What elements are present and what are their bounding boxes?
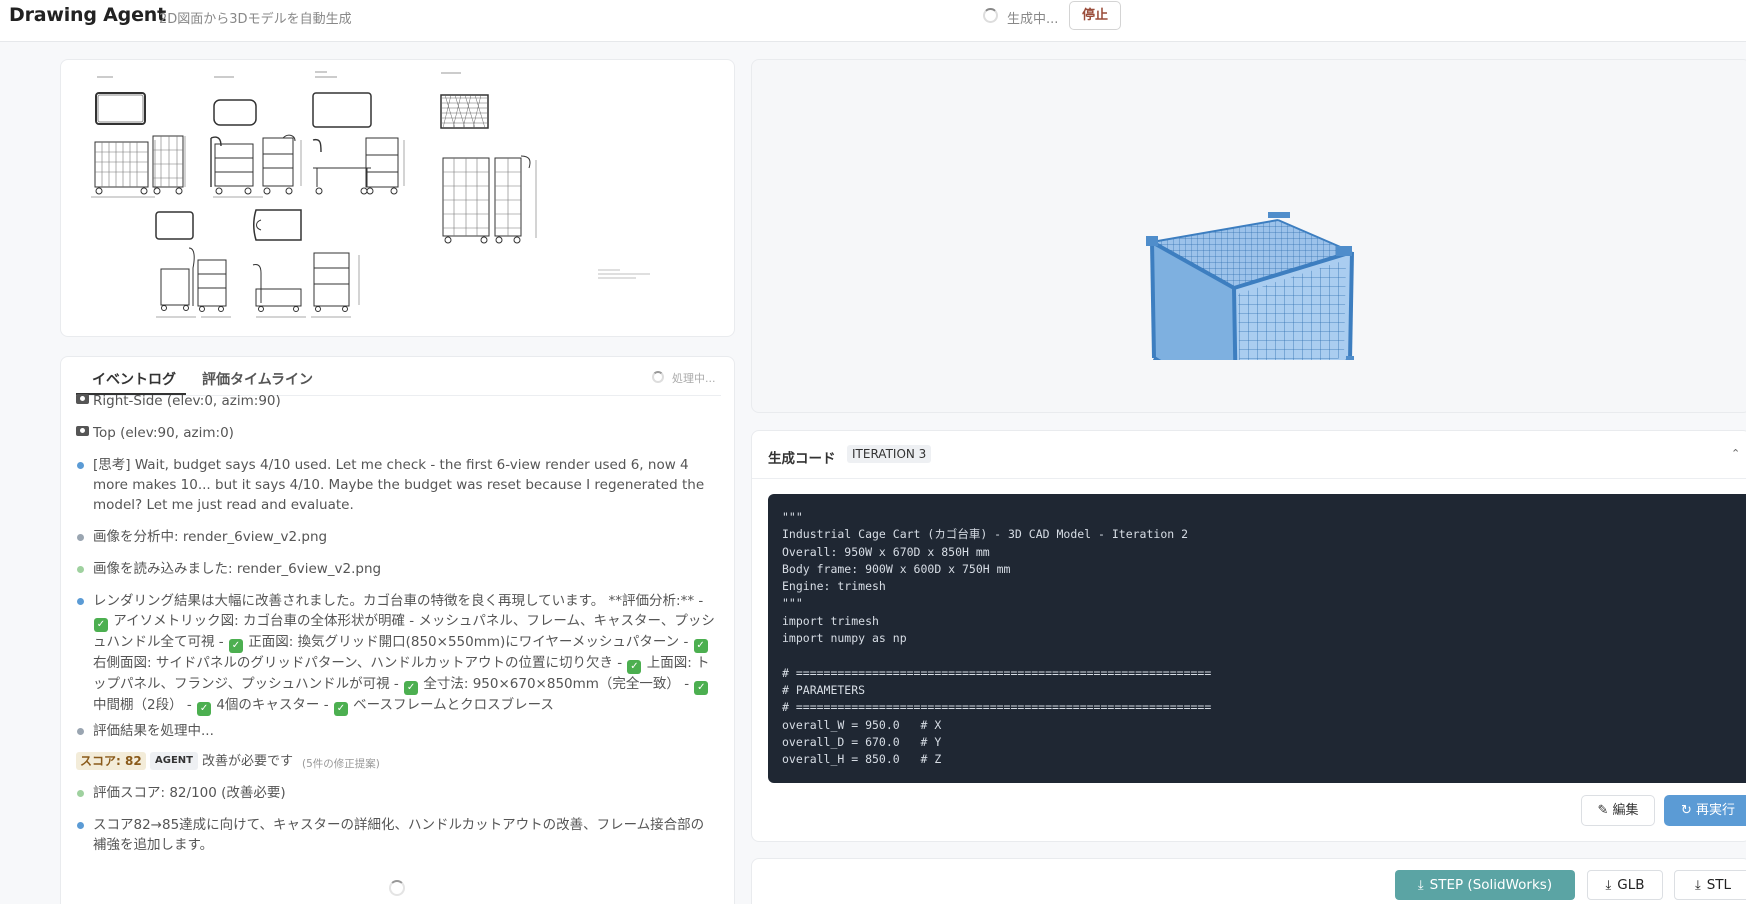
download-icon: ⤓	[1417, 878, 1424, 893]
download-step-button[interactable]: ⤓ STEP (SolidWorks)	[1395, 870, 1575, 900]
edit-button[interactable]: ✎ 編集	[1581, 795, 1655, 826]
agent-badge: AGENT	[150, 752, 198, 770]
bullet-icon	[77, 790, 84, 797]
spinner-icon	[389, 880, 405, 896]
spinner-icon	[652, 371, 664, 383]
download-icon: ⤓	[1605, 878, 1612, 893]
processing-status: 処理中...	[672, 372, 716, 385]
check-icon: ✓	[197, 702, 212, 716]
improvement-status: 改善が必要です	[202, 754, 294, 769]
suggestion-count: (5件の修正提案)	[302, 758, 380, 770]
rerun-button[interactable]: ↻ 再実行	[1664, 795, 1746, 826]
tab-event-log[interactable]: イベントログ	[92, 369, 176, 389]
stop-button[interactable]: 停止	[1069, 1, 1121, 30]
bullet-icon	[77, 822, 84, 829]
code-panel-divider	[752, 478, 1746, 479]
download-panel: ⤓ STEP (SolidWorks) ⤓ GLB ⤓ STL	[751, 858, 1746, 904]
bullet-icon	[77, 728, 84, 735]
bullet-icon	[77, 534, 84, 541]
tab-evaluation-timeline[interactable]: 評価タイムライン	[202, 369, 313, 389]
3d-model-viewer[interactable]	[751, 59, 1746, 413]
check-icon: ✓	[94, 618, 108, 632]
check-icon: ✓	[333, 702, 348, 716]
check-icon: ✓	[693, 639, 708, 653]
camera-icon	[76, 394, 89, 404]
generated-code-panel: 生成コード ITERATION 3 ⌃ """ Industrial Cage …	[751, 430, 1746, 842]
generation-status: 生成中...	[1007, 12, 1059, 27]
code-text: """ Industrial Cage Cart (カゴ台車) - 3D CAD…	[782, 510, 1212, 767]
cage-cart-model[interactable]	[1132, 160, 1372, 360]
download-stl-button[interactable]: ⤓ STL	[1674, 870, 1746, 900]
bullet-icon	[77, 566, 84, 573]
edit-icon: ✎	[1597, 803, 1613, 818]
code-editor[interactable]: """ Industrial Cage Cart (カゴ台車) - 3D CAD…	[768, 494, 1746, 783]
check-icon: ✓	[694, 681, 709, 695]
check-icon: ✓	[228, 639, 243, 653]
download-icon: ⤓	[1694, 878, 1701, 893]
refresh-icon: ↻	[1680, 803, 1696, 818]
score-row: スコア: 82 AGENT 改善が必要です (5件の修正提案)	[76, 752, 716, 772]
bullet-icon	[77, 598, 84, 605]
top-bar: Drawing Agent 2D図面から3Dモデルを自動生成 生成中... 停止	[0, 0, 1746, 42]
app-title: Drawing Agent	[9, 4, 166, 26]
iteration-badge: ITERATION 3	[847, 445, 932, 463]
camera-icon	[76, 426, 89, 436]
drawing-image	[91, 71, 650, 318]
check-icon: ✓	[404, 681, 419, 695]
event-panel: イベントログ 評価タイムライン 処理中... Right-Side (elev:…	[60, 356, 735, 904]
download-glb-button[interactable]: ⤓ GLB	[1587, 870, 1663, 900]
code-panel-title: 生成コード	[768, 451, 836, 467]
chevron-up-icon[interactable]: ⌃	[1731, 447, 1740, 460]
drawing-preview-card	[60, 59, 735, 337]
app-subtitle: 2D図面から3Dモデルを自動生成	[159, 12, 352, 27]
bullet-icon	[77, 462, 84, 469]
evaluation-analysis: レンダリング結果は大幅に改善されました。カゴ台車の特徴を良く再現しています。 *…	[93, 593, 715, 716]
check-icon: ✓	[627, 660, 642, 674]
spinner-icon	[983, 8, 998, 23]
score-badge: スコア: 82	[76, 752, 146, 770]
